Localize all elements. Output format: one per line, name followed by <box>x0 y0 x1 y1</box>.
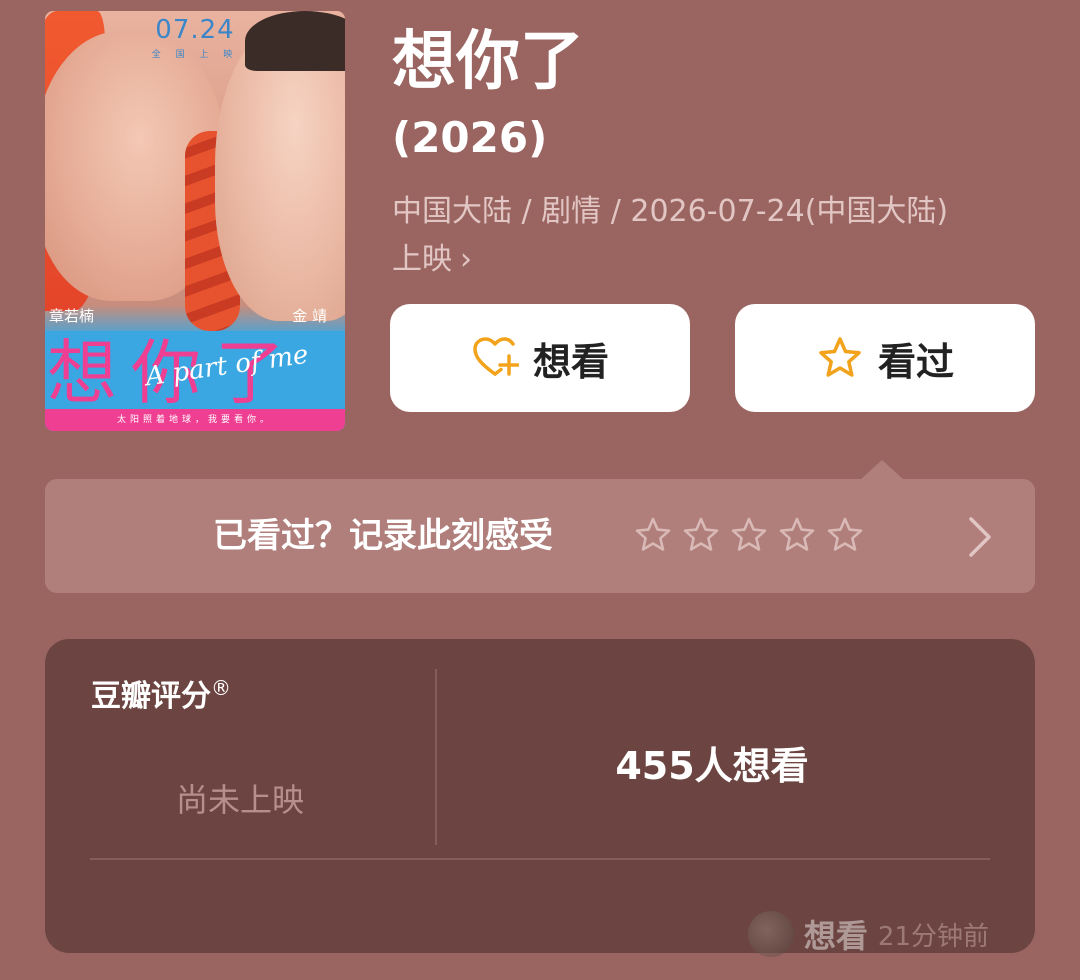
chevron-right-icon: › <box>460 242 472 277</box>
want-to-watch-label: 想看 <box>532 339 609 384</box>
score-label-text: 豆瓣评分 <box>91 679 211 714</box>
activity-verb: 想看 <box>803 917 868 955</box>
poster-date-sub: 全 国 上 映 <box>151 50 239 60</box>
star-outline-icon[interactable] <box>729 515 769 555</box>
chevron-right-icon[interactable] <box>959 515 999 559</box>
rate-prompt-text: 已看过？记录此刻感受 <box>213 516 553 556</box>
rate-bar-pointer <box>860 460 904 480</box>
avatar[interactable] <box>747 911 794 957</box>
movie-poster[interactable]: 07.24 全 国 上 映 章若楠 金 靖 想你了 A part of me 太… <box>45 11 345 431</box>
watched-label: 看过 <box>877 339 954 384</box>
recent-activity[interactable]: 想看 21分钟前 <box>747 911 989 957</box>
rating-stars[interactable] <box>633 515 865 555</box>
horizontal-divider <box>90 858 990 860</box>
star-outline-icon[interactable] <box>633 515 673 555</box>
watched-button[interactable]: 看过 <box>735 304 1035 412</box>
star-outline-icon[interactable] <box>777 515 817 555</box>
star-outline-icon[interactable] <box>825 515 865 555</box>
poster-actor-left: 章若楠 <box>49 307 95 325</box>
rating-status: 尚未上映 <box>175 781 304 819</box>
meta-line: 中国大陆 / 剧情 / 2026-07-24(中国大陆) <box>392 194 949 229</box>
star-outline-icon[interactable] <box>681 515 721 555</box>
movie-meta[interactable]: 中国大陆 / 剧情 / 2026-07-24(中国大陆) 上映 › <box>392 188 1032 284</box>
douban-rating-panel: 豆瓣评分® 尚未上映 455人想看 想看 21分钟前 <box>45 639 1035 957</box>
heart-plus-icon <box>473 337 519 376</box>
want-count[interactable]: 455人想看 <box>437 735 987 790</box>
douban-score-label: 豆瓣评分® <box>91 671 231 715</box>
poster-actor-right: 金 靖 <box>292 307 327 325</box>
want-to-watch-button[interactable]: 想看 <box>390 304 690 412</box>
star-icon <box>819 337 861 377</box>
activity-time: 21分钟前 <box>877 921 989 952</box>
rate-prompt-bar[interactable]: 已看过？记录此刻感受 <box>45 479 1035 593</box>
registered-mark: ® <box>211 676 231 700</box>
poster-tagline: 太阳照着地球，我要看你。 <box>45 409 345 431</box>
release-link[interactable]: 上映 <box>392 242 452 277</box>
movie-year: (2026) <box>392 113 548 162</box>
poster-date: 07.24 <box>155 15 235 45</box>
movie-title: 想你了 <box>392 25 584 99</box>
movie-detail-page: 07.24 全 国 上 映 章若楠 金 靖 想你了 A part of me 太… <box>0 0 1080 980</box>
